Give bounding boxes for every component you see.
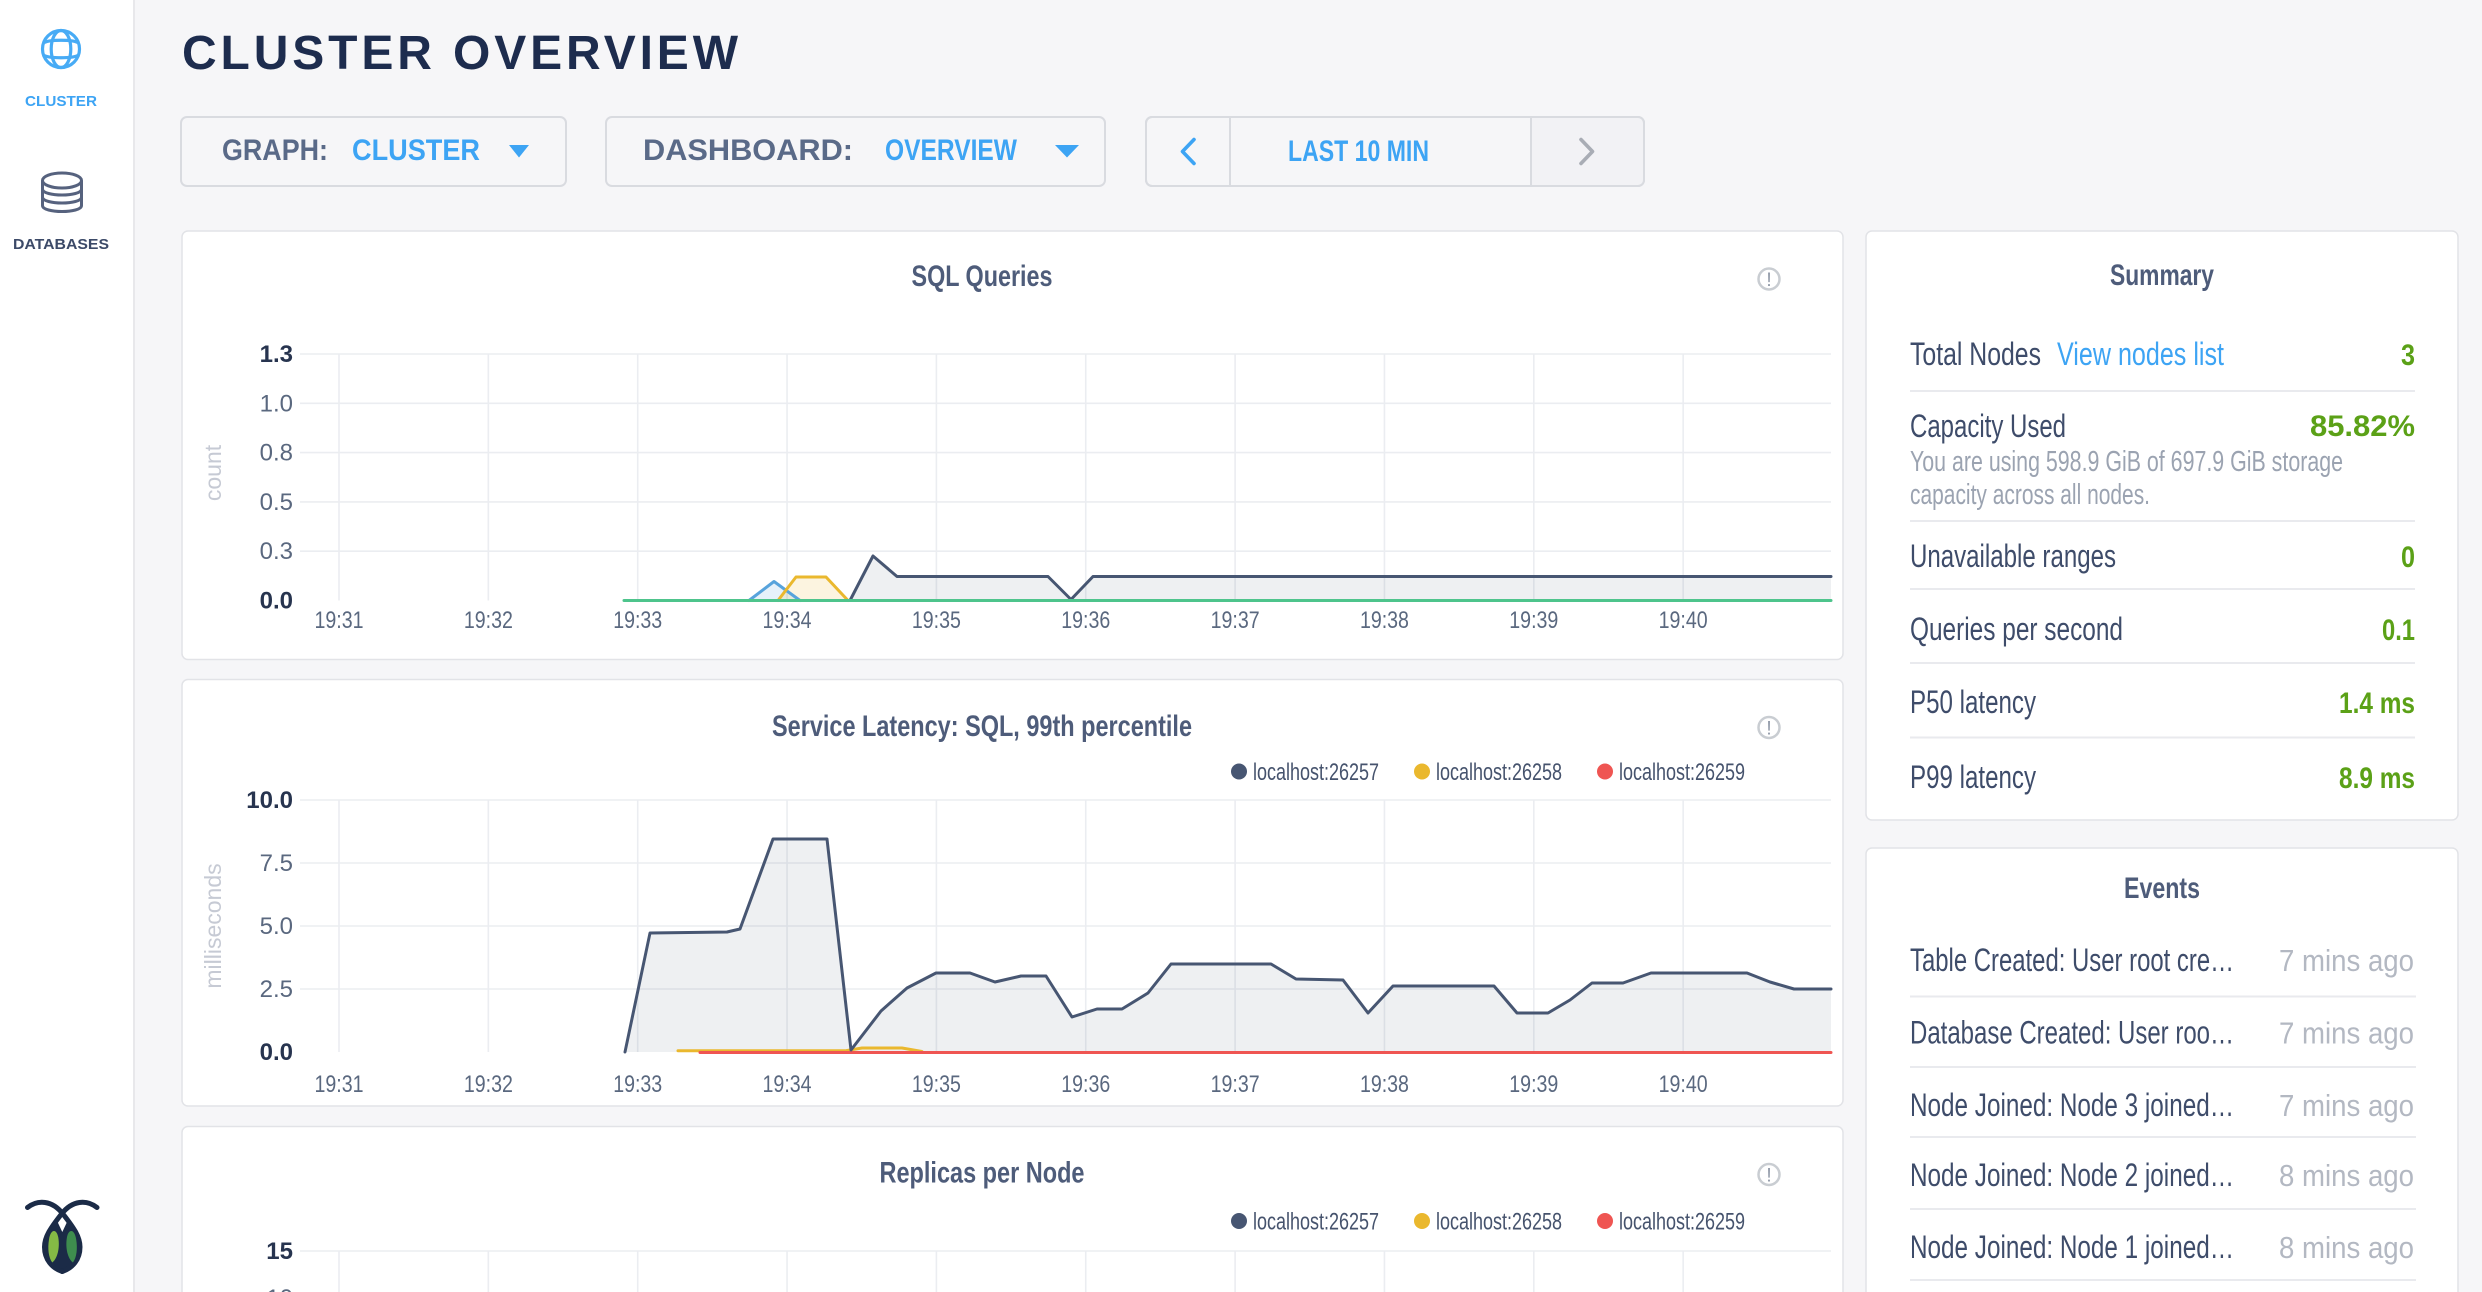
svg-text:Node Joined: Node 1 joined…: Node Joined: Node 1 joined…: [1910, 1229, 2234, 1265]
svg-text:19:31: 19:31: [315, 1071, 364, 1098]
svg-text:8 mins ago: 8 mins ago: [2279, 1230, 2414, 1265]
svg-text:2.5: 2.5: [260, 976, 293, 1003]
svg-text:19:32: 19:32: [464, 1071, 513, 1098]
svg-text:CLUSTER: CLUSTER: [352, 134, 480, 167]
svg-text:0.5: 0.5: [260, 489, 293, 516]
svg-text:1.0: 1.0: [260, 390, 293, 417]
svg-text:localhost:26258: localhost:26258: [1436, 759, 1562, 786]
svg-text:LAST 10 MIN: LAST 10 MIN: [1288, 135, 1429, 168]
svg-text:19:33: 19:33: [613, 607, 662, 634]
svg-text:19:38: 19:38: [1360, 1071, 1409, 1098]
svg-text:OVERVIEW: OVERVIEW: [885, 134, 1018, 167]
svg-text:19:34: 19:34: [763, 607, 812, 634]
svg-text:localhost:26259: localhost:26259: [1619, 759, 1745, 786]
svg-text:count: count: [200, 444, 226, 501]
svg-text:19:35: 19:35: [912, 1071, 961, 1098]
svg-text:Service Latency: SQL, 99th per: Service Latency: SQL, 99th percentile: [772, 710, 1192, 743]
svg-text:milliseconds: milliseconds: [200, 863, 226, 988]
svg-text:You are using 598.9 GiB of 697: You are using 598.9 GiB of 697.9 GiB sto…: [1910, 446, 2343, 478]
svg-text:19:40: 19:40: [1659, 607, 1708, 634]
svg-text:SQL Queries: SQL Queries: [912, 260, 1053, 293]
svg-text:15: 15: [266, 1238, 293, 1265]
svg-text:Node Joined: Node 2 joined…: Node Joined: Node 2 joined…: [1910, 1157, 2234, 1193]
svg-text:1.3: 1.3: [260, 341, 293, 368]
svg-text:7 mins ago: 7 mins ago: [2279, 943, 2414, 978]
svg-text:10: 10: [266, 1285, 293, 1292]
svg-text:!: !: [1766, 1166, 1771, 1187]
svg-text:capacity across all nodes.: capacity across all nodes.: [1910, 479, 2150, 511]
svg-text:Events: Events: [2124, 872, 2200, 905]
svg-text:19:36: 19:36: [1061, 607, 1110, 634]
svg-text:Queries per second: Queries per second: [1910, 611, 2123, 647]
svg-text:7.5: 7.5: [260, 850, 293, 877]
svg-text:CLUSTER: CLUSTER: [25, 93, 97, 110]
svg-text:P50 latency: P50 latency: [1910, 684, 2036, 720]
svg-text:19:33: 19:33: [613, 1071, 662, 1098]
svg-text:8.9 ms: 8.9 ms: [2339, 762, 2415, 795]
svg-text:0.3: 0.3: [260, 538, 293, 565]
svg-text:19:40: 19:40: [1659, 1071, 1708, 1098]
svg-text:7 mins ago: 7 mins ago: [2279, 1088, 2414, 1123]
svg-text:0: 0: [2401, 541, 2415, 574]
svg-text:Replicas per Node: Replicas per Node: [880, 1157, 1085, 1190]
svg-text:Table Created: User root cre…: Table Created: User root cre…: [1910, 942, 2234, 978]
svg-text:3: 3: [2401, 339, 2415, 372]
svg-text:10.0: 10.0: [246, 787, 293, 814]
svg-text:19:38: 19:38: [1360, 607, 1409, 634]
svg-text:Node Joined: Node 3 joined…: Node Joined: Node 3 joined…: [1910, 1087, 2234, 1123]
svg-text:Capacity Used: Capacity Used: [1910, 408, 2066, 444]
svg-text:DATABASES: DATABASES: [13, 236, 109, 253]
svg-text:19:34: 19:34: [763, 1071, 812, 1098]
svg-text:5.0: 5.0: [260, 913, 293, 940]
svg-text:P99 latency: P99 latency: [1910, 759, 2036, 795]
svg-text:19:32: 19:32: [464, 607, 513, 634]
svg-text:Database Created: User roo…: Database Created: User roo…: [1910, 1015, 2234, 1051]
svg-text:0.1: 0.1: [2382, 614, 2415, 647]
svg-text:8 mins ago: 8 mins ago: [2279, 1158, 2414, 1193]
svg-text:localhost:26257: localhost:26257: [1253, 759, 1379, 786]
svg-text:GRAPH:: GRAPH:: [222, 134, 328, 167]
svg-text:19:39: 19:39: [1509, 1071, 1558, 1098]
svg-text:19:37: 19:37: [1211, 1071, 1260, 1098]
svg-text:Total Nodes: Total Nodes: [1910, 336, 2041, 372]
svg-text:localhost:26257: localhost:26257: [1253, 1209, 1379, 1236]
svg-text:Unavailable ranges: Unavailable ranges: [1910, 538, 2116, 574]
svg-text:1.4 ms: 1.4 ms: [2339, 687, 2415, 720]
svg-text:View nodes list: View nodes list: [2057, 336, 2224, 372]
svg-text:localhost:26258: localhost:26258: [1436, 1209, 1562, 1236]
svg-text:!: !: [1766, 270, 1771, 291]
svg-text:0.0: 0.0: [260, 588, 293, 615]
svg-text:0.8: 0.8: [260, 440, 293, 467]
svg-text:19:37: 19:37: [1211, 607, 1260, 634]
svg-text:Summary: Summary: [2110, 259, 2214, 292]
svg-text:localhost:26259: localhost:26259: [1619, 1209, 1745, 1236]
svg-text:7 mins ago: 7 mins ago: [2279, 1016, 2414, 1051]
svg-text:19:39: 19:39: [1509, 607, 1558, 634]
svg-text:19:35: 19:35: [912, 607, 961, 634]
svg-text:!: !: [1766, 719, 1771, 740]
svg-text:85.82%: 85.82%: [2310, 410, 2415, 443]
svg-text:0.0: 0.0: [260, 1039, 293, 1066]
svg-text:19:31: 19:31: [315, 607, 364, 634]
svg-text:19:36: 19:36: [1061, 1071, 1110, 1098]
svg-text:DASHBOARD:: DASHBOARD:: [643, 134, 853, 167]
